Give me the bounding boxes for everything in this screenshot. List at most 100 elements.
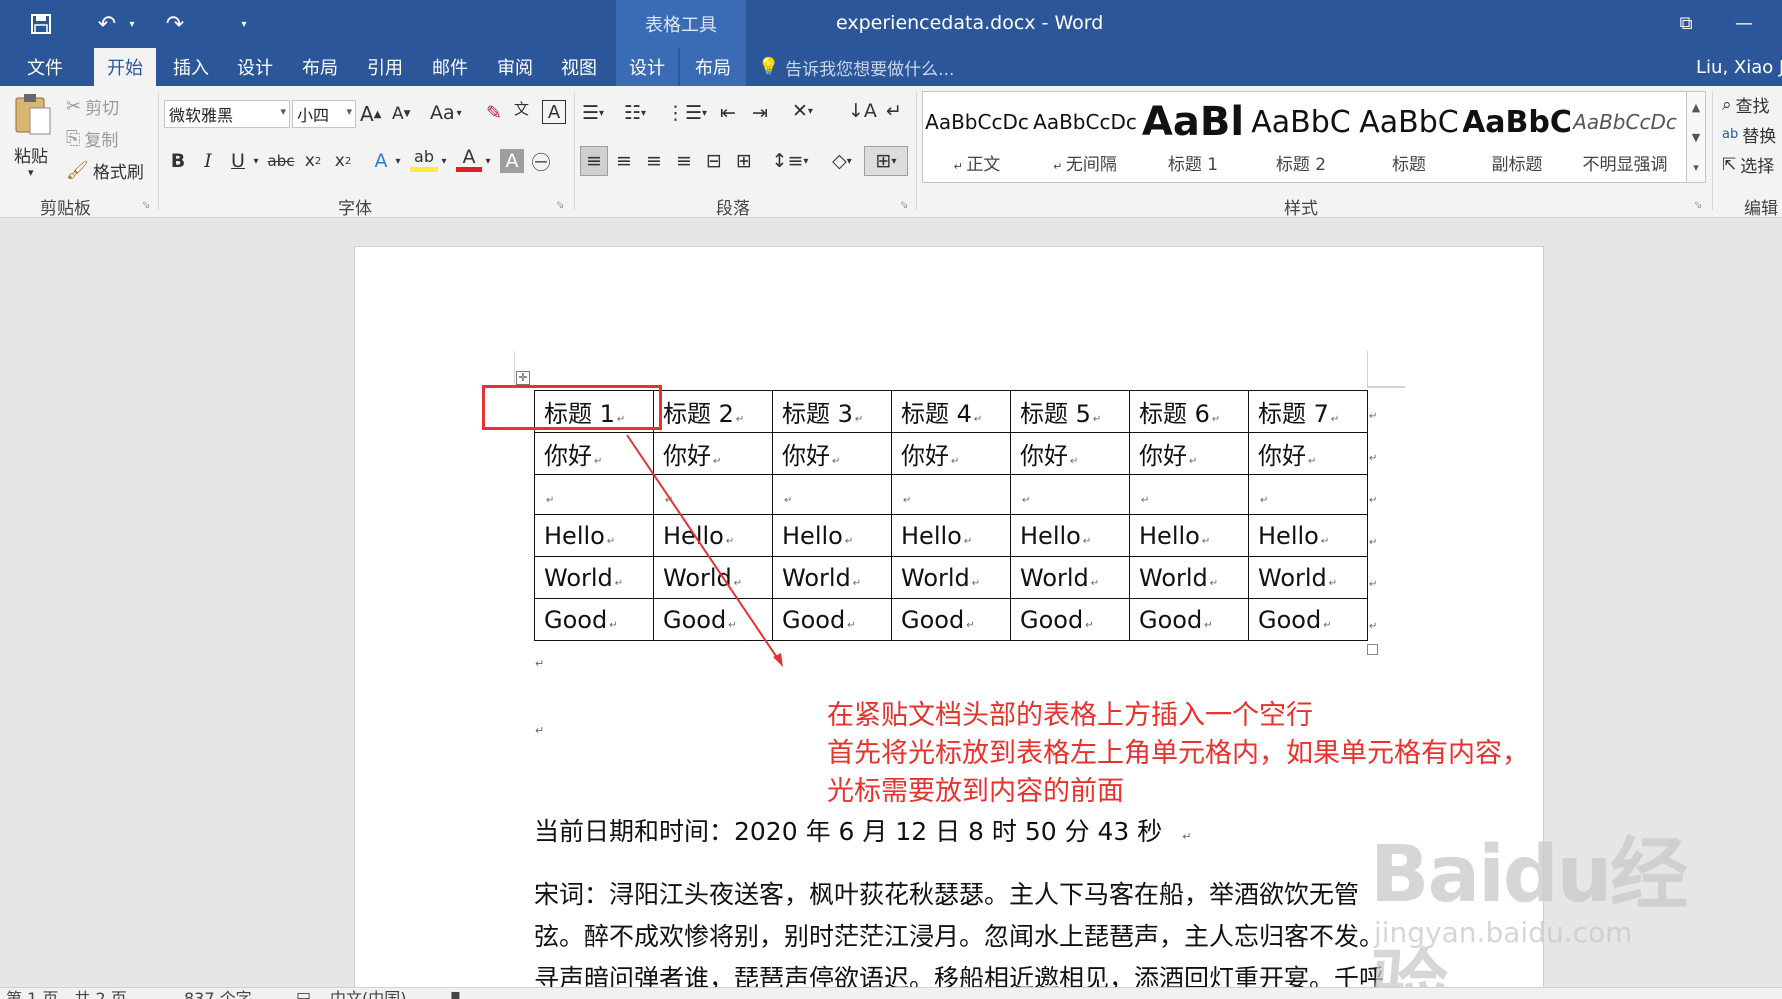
table-cell[interactable]: 你好 ↵: [1248, 432, 1368, 475]
table-cell[interactable]: World ↵: [772, 556, 892, 599]
chevron-down-icon[interactable]: ▾: [482, 146, 494, 176]
scroll-up-icon[interactable]: ▲: [1692, 101, 1700, 114]
table-cell[interactable]: World ↵: [653, 556, 773, 599]
decrease-indent-icon[interactable]: ⇤: [720, 102, 736, 124]
superscript-icon[interactable]: x2: [330, 146, 356, 176]
undo-icon[interactable]: ↶: [90, 8, 124, 40]
tab-insert[interactable]: 插入: [160, 48, 222, 86]
replace-button[interactable]: ab 替换: [1722, 122, 1776, 147]
style-title[interactable]: AaBbC 标题: [1355, 92, 1463, 182]
table-cell[interactable]: Good ↵: [1129, 598, 1249, 641]
style-heading-2[interactable]: AaBbC 标题 2: [1247, 92, 1355, 182]
table-cell[interactable]: 标题 5 ↵: [1010, 390, 1130, 433]
style-no-spacing[interactable]: AaBbCcDc ↵ 无间隔: [1031, 92, 1139, 182]
column-icon[interactable]: ⊞: [730, 146, 758, 176]
paste-button[interactable]: 粘贴: [14, 142, 48, 167]
table-cell[interactable]: Hello ↵: [1010, 514, 1130, 557]
highlight-icon[interactable]: ab: [410, 146, 438, 172]
format-painter-button[interactable]: 🖌 格式刷: [66, 158, 144, 183]
grow-font-icon[interactable]: A ▲: [360, 102, 381, 126]
table-cell[interactable]: 标题 4 ↵: [891, 390, 1011, 433]
style-subtle-emphasis[interactable]: AaBbCcDc 不明显强调: [1571, 92, 1679, 182]
table-cell[interactable]: Hello ↵: [891, 514, 1011, 557]
table-cell[interactable]: Good ↵: [653, 598, 773, 641]
table-cell[interactable]: Hello ↵: [1248, 514, 1368, 557]
clear-formatting-icon[interactable]: ✎: [486, 102, 502, 124]
italic-icon[interactable]: I: [196, 146, 220, 176]
gallery-scrollbar[interactable]: ▲ ▼ ▾: [1686, 91, 1706, 183]
table-cell[interactable]: World ↵: [1010, 556, 1130, 599]
select-button[interactable]: ⇱ 选择: [1722, 152, 1774, 178]
shrink-font-icon[interactable]: A ▼: [392, 104, 411, 124]
ribbon-display-icon[interactable]: ⧉: [1666, 8, 1706, 38]
align-left-icon[interactable]: ≡: [580, 146, 608, 176]
character-shading-icon[interactable]: A: [500, 149, 524, 173]
style-normal[interactable]: AaBbCcDc ↵ 正文: [923, 92, 1031, 182]
table-cell[interactable]: World ↵: [534, 556, 654, 599]
phonetic-guide-icon[interactable]: 文: [514, 98, 529, 119]
table-move-handle[interactable]: ✛: [516, 371, 530, 385]
font-launcher-icon[interactable]: ⬂: [556, 200, 564, 211]
table-cell[interactable]: ↵: [772, 474, 892, 515]
table-cell[interactable]: ↵: [1129, 474, 1249, 515]
proofing-icon[interactable]: ▭: [296, 988, 311, 999]
cut-button[interactable]: ✂ 剪切: [66, 94, 119, 119]
table-cell[interactable]: Hello ↵: [653, 514, 773, 557]
show-formatting-icon[interactable]: ↵: [886, 100, 902, 122]
undo-dropdown-icon[interactable]: ▾: [124, 8, 140, 40]
bullets-icon[interactable]: ☰ ▾: [582, 102, 604, 124]
table-cell[interactable]: World ↵: [891, 556, 1011, 599]
tab-file[interactable]: 文件: [0, 48, 90, 86]
borders-icon[interactable]: ⊞ ▾: [864, 146, 908, 176]
table-cell[interactable]: Good ↵: [534, 598, 654, 641]
table-cell[interactable]: Good ↵: [1010, 598, 1130, 641]
table-cell[interactable]: 你好 ↵: [1129, 432, 1249, 475]
strikethrough-icon[interactable]: abc: [266, 146, 296, 176]
user-account[interactable]: Liu, Xiao J: [1696, 48, 1782, 86]
table-cell[interactable]: 你好 ↵: [772, 432, 892, 475]
font-name-select[interactable]: 微软雅黑 ▾: [164, 100, 290, 128]
find-button[interactable]: ⌕ 查找: [1722, 92, 1770, 118]
paragraph-launcher-icon[interactable]: ⬂: [900, 200, 908, 211]
table-cell[interactable]: ↵: [653, 474, 773, 515]
change-case-button[interactable]: Aa ▾: [430, 102, 462, 124]
table-cell[interactable]: Hello ↵: [534, 514, 654, 557]
style-subtitle[interactable]: AaBbC 副标题: [1463, 92, 1571, 182]
style-heading-1[interactable]: AaBl 标题 1: [1139, 92, 1247, 182]
paste-dropdown-icon[interactable]: ▾: [28, 166, 34, 179]
table-cell[interactable]: 标题 2 ↵: [653, 390, 773, 433]
text-effects-icon[interactable]: A: [368, 146, 394, 176]
numbering-icon[interactable]: ☷ ▾: [624, 102, 646, 124]
table-cell[interactable]: Good ↵: [1248, 598, 1368, 641]
table-cell[interactable]: 标题 7 ↵: [1248, 390, 1368, 433]
enclose-characters-icon[interactable]: ㊀: [528, 146, 554, 176]
justify-icon[interactable]: ≡: [670, 146, 698, 176]
table-cell[interactable]: Good ↵: [891, 598, 1011, 641]
table-cell[interactable]: ↵: [1010, 474, 1130, 515]
table-cell[interactable]: ↵: [534, 474, 654, 515]
table-cell[interactable]: 你好 ↵: [534, 432, 654, 475]
table-cell[interactable]: World ↵: [1129, 556, 1249, 599]
table-cell[interactable]: 你好 ↵: [891, 432, 1011, 475]
table-cell[interactable]: ↵: [1248, 474, 1368, 515]
chevron-down-icon[interactable]: ▾: [250, 146, 262, 176]
tab-layout[interactable]: 布局: [289, 48, 351, 86]
subscript-icon[interactable]: x2: [300, 146, 326, 176]
table-cell[interactable]: 你好 ↵: [653, 432, 773, 475]
shading-icon[interactable]: ◇ ▾: [822, 146, 862, 176]
table-cell[interactable]: 标题 3 ↵: [772, 390, 892, 433]
table-cell[interactable]: Hello ↵: [772, 514, 892, 557]
paste-icon[interactable]: [10, 92, 54, 136]
table-cell[interactable]: Good ↵: [772, 598, 892, 641]
table-cell[interactable]: Hello ↵: [1129, 514, 1249, 557]
multilevel-list-icon[interactable]: ⋮☰ ▾: [666, 102, 707, 124]
chevron-down-icon[interactable]: ▾: [392, 146, 404, 176]
table-cell[interactable]: 你好 ↵: [1010, 432, 1130, 475]
tell-me-box[interactable]: 💡 告诉我您想要做什么...: [758, 48, 954, 86]
bold-icon[interactable]: B: [166, 146, 190, 176]
asian-layout-icon[interactable]: ✕ ▾: [792, 100, 813, 122]
word-count[interactable]: 837 个字: [184, 988, 252, 999]
sort-icon[interactable]: ↓A: [848, 100, 877, 122]
chevron-down-icon[interactable]: ▾: [438, 146, 450, 176]
redo-icon[interactable]: ↷: [158, 8, 192, 40]
